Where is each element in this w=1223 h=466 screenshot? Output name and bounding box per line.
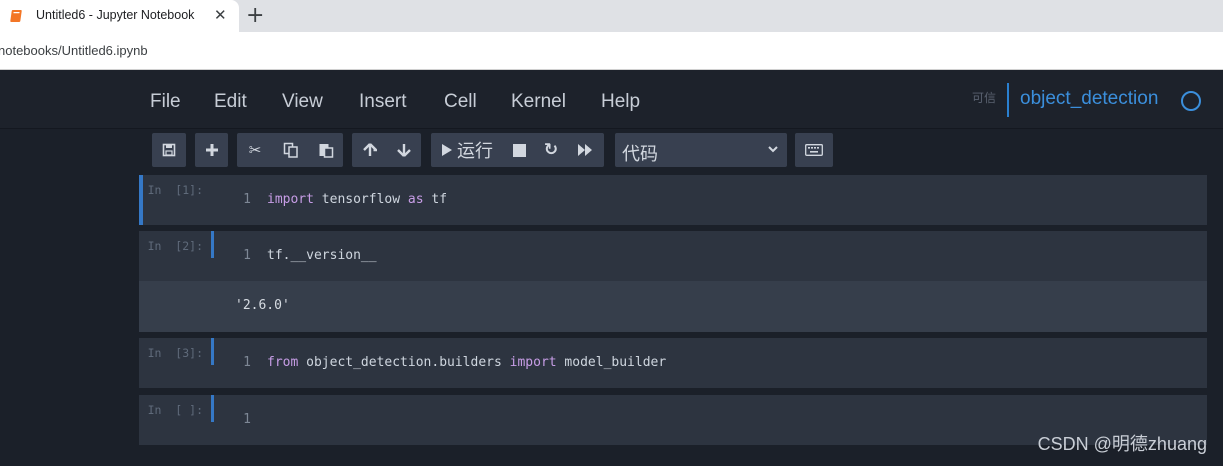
- cell-prompt: In [3]:: [147, 346, 203, 360]
- menu-file[interactable]: File: [150, 91, 181, 113]
- close-icon[interactable]: ✕: [214, 6, 227, 26]
- insert-group: [195, 133, 228, 167]
- cell-prompt: In [2]:: [147, 239, 203, 253]
- line-gutter: 1: [214, 175, 251, 225]
- cut-button[interactable]: ✂: [237, 133, 273, 167]
- code-keyword: from: [267, 355, 299, 370]
- copy-icon: [283, 142, 298, 158]
- tab-title: Untitled6 - Jupyter Notebook: [36, 8, 195, 22]
- cut-icon: ✂: [248, 141, 262, 159]
- address-text: notebooks/Untitled6.ipynb: [0, 43, 148, 58]
- cell-type-value: 代码: [622, 144, 658, 165]
- line-gutter: 1: [214, 395, 251, 445]
- menu-view[interactable]: View: [282, 91, 323, 113]
- code-cell[interactable]: In [1]: 1 import tensorflow as tf: [139, 175, 1207, 225]
- run-all-button[interactable]: [567, 133, 602, 167]
- restart-icon: ↻: [543, 140, 559, 160]
- menu-bar: File Edit View Insert Cell Kernel Help 可…: [0, 70, 1223, 129]
- run-button[interactable]: 运行: [431, 133, 503, 167]
- menu-kernel[interactable]: Kernel: [511, 91, 566, 113]
- copy-button[interactable]: [273, 133, 308, 167]
- code-cell[interactable]: In [3]: 1 from object_detection.builders…: [139, 338, 1207, 388]
- run-icon: [442, 144, 452, 156]
- move-down-button[interactable]: [387, 133, 421, 167]
- paste-button[interactable]: [308, 133, 343, 167]
- watermark: CSDN @明德zhuang: [1037, 434, 1207, 454]
- code-text: tf: [423, 192, 448, 207]
- move-down-icon: [397, 144, 411, 157]
- run-group: 运行 ↻: [431, 133, 604, 167]
- code-input[interactable]: import tensorflow as tf: [267, 192, 447, 207]
- menu-help[interactable]: Help: [601, 91, 640, 113]
- code-keyword: import: [267, 192, 314, 207]
- line-number: 1: [243, 355, 251, 370]
- keyboard-icon: [805, 144, 823, 156]
- address-bar[interactable]: notebooks/Untitled6.ipynb: [0, 32, 1223, 70]
- code-keyword: import: [509, 355, 557, 370]
- notebook-favicon: [10, 10, 22, 22]
- kernel-idle-icon: [1181, 91, 1201, 111]
- move-group: [352, 133, 421, 167]
- code-text: model_builder: [556, 355, 667, 370]
- stop-button[interactable]: [503, 133, 535, 167]
- code-text: tensorflow: [313, 192, 408, 207]
- save-group: [152, 133, 186, 167]
- menu-insert[interactable]: Insert: [359, 91, 407, 113]
- code-keyword: as: [407, 192, 424, 207]
- fast-forward-icon: [577, 144, 592, 156]
- line-number: 1: [243, 192, 251, 207]
- line-gutter: 1: [214, 338, 251, 388]
- trusted-indicator[interactable]: 可信: [972, 89, 996, 106]
- paste-icon: [319, 144, 333, 158]
- line-number: 1: [243, 412, 251, 427]
- line-gutter: 1: [214, 231, 251, 281]
- plus-icon[interactable]: +: [246, 3, 264, 29]
- menu-cell[interactable]: Cell: [444, 91, 477, 113]
- line-number: 1: [243, 248, 251, 263]
- run-label: 运行: [457, 141, 493, 162]
- kernel-name[interactable]: object_detection: [1020, 88, 1158, 110]
- toolbar: ✂ 运行 ↻ 代码: [0, 130, 1223, 170]
- edit-group: ✂: [237, 133, 343, 167]
- chevron-down-icon: [768, 146, 778, 153]
- cell-type-select[interactable]: 代码: [615, 133, 787, 167]
- restart-button[interactable]: ↻: [535, 133, 567, 167]
- stop-icon: [512, 143, 526, 157]
- save-button[interactable]: [152, 133, 186, 167]
- move-up-button[interactable]: [352, 133, 387, 167]
- code-cell[interactable]: In [2]: 1 tf.__version__ '2.6.0': [139, 231, 1207, 332]
- jupyter-notebook: File Edit View Insert Cell Kernel Help 可…: [0, 70, 1223, 466]
- kernel-separator: [1007, 83, 1009, 117]
- cell-prompt: In [1]:: [147, 183, 203, 197]
- code-input[interactable]: tf.__version__: [267, 248, 377, 263]
- save-icon: [162, 143, 176, 157]
- move-up-icon: [362, 143, 377, 156]
- insert-cell-icon: [205, 144, 218, 156]
- keyboard-group: [795, 133, 833, 167]
- code-input[interactable]: from object_detection.builders import mo…: [267, 355, 666, 370]
- browser-tab-bar: Untitled6 - Jupyter Notebook ✕ +: [0, 0, 1223, 32]
- command-palette-button[interactable]: [795, 133, 833, 167]
- output-text: '2.6.0': [235, 298, 290, 313]
- cell-output: '2.6.0': [139, 281, 1207, 332]
- insert-cell-button[interactable]: [195, 133, 228, 167]
- code-text: tf.__version__: [267, 248, 377, 263]
- browser-tab[interactable]: Untitled6 - Jupyter Notebook ✕: [0, 0, 239, 32]
- code-text: object_detection.builders: [298, 355, 510, 370]
- cell-input-area: In [2]: 1 tf.__version__: [139, 231, 1207, 281]
- cell-prompt: In [ ]:: [147, 403, 203, 417]
- menu-edit[interactable]: Edit: [214, 91, 247, 113]
